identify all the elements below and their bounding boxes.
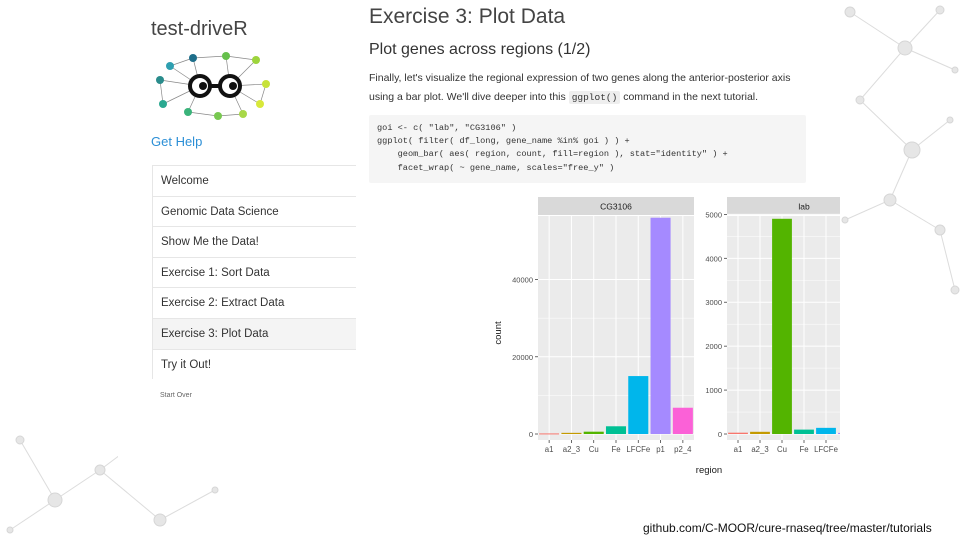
bar-CG3106-a2_3	[561, 432, 582, 434]
x-axis-label: region	[696, 465, 722, 476]
y-tick-label: 0	[718, 430, 722, 439]
start-over-link[interactable]: Start Over	[160, 392, 192, 399]
nav-item-welcome[interactable]: Welcome	[152, 165, 356, 196]
bar-lab-a2_3	[750, 431, 770, 434]
footer-github-link[interactable]: github.com/C-MOOR/cure-rnaseq/tree/maste…	[643, 521, 932, 535]
bar-lab-Fe	[794, 429, 814, 434]
nav-item-exercise-2[interactable]: Exercise 2: Extract Data	[152, 287, 356, 318]
section-subtitle: Plot genes across regions (1/2)	[369, 41, 591, 58]
x-tick-label: p1	[656, 445, 665, 454]
paragraph-text-end: command in the next tutorial.	[620, 91, 759, 103]
bar-CG3106-Cu	[583, 431, 604, 434]
bar-CG3106-p2_4	[672, 407, 693, 434]
app-title: test-driveR	[151, 18, 248, 40]
x-tick-label: LFCFe	[814, 445, 838, 454]
nav-item-exercise-3[interactable]: Exercise 3: Plot Data	[152, 317, 356, 349]
x-tick-label: Cu	[589, 445, 599, 454]
nav-item-genomic-data-science[interactable]: Genomic Data Science	[152, 195, 356, 227]
y-axis-label: count	[493, 321, 504, 345]
facet-title: CG3106	[600, 202, 632, 212]
get-help-link[interactable]: Get Help	[151, 134, 202, 149]
tutorial-screenshot: test-driveR Get Help Welcome Genomic Dat…	[118, 0, 840, 480]
x-tick-label: Cu	[777, 445, 787, 454]
bar-CG3106-p1	[650, 217, 671, 434]
bar-lab-a1	[728, 432, 748, 434]
y-tick-label: 3000	[705, 298, 722, 307]
faceted-bar-chart: CG310602000040000a1 a2_3 Cu Fe LFCFe p1 p2_4la…	[493, 197, 840, 476]
nav-item-try-it-out[interactable]: Try it Out!	[152, 348, 356, 380]
intro-paragraph: Finally, let's visualize the regional ex…	[369, 69, 814, 107]
x-tick-label: a1	[545, 445, 554, 454]
bar-lab-Cu	[772, 218, 792, 434]
y-tick-label: 2000	[705, 342, 722, 351]
app-logo	[156, 52, 270, 120]
x-tick-label: a2_3	[563, 445, 580, 454]
x-tick-label: a2_3	[751, 445, 768, 454]
y-tick-label: 4000	[705, 254, 722, 263]
x-tick-label: Fe	[799, 445, 808, 454]
inline-code-ggplot: ggplot()	[568, 91, 621, 104]
nav-item-exercise-1[interactable]: Exercise 1: Sort Data	[152, 256, 356, 288]
x-tick-label: a1	[734, 445, 743, 454]
nav-item-show-me-the-data[interactable]: Show Me the Data!	[152, 226, 356, 257]
x-tick-label: Fe	[611, 445, 620, 454]
bar-lab-LFCFe	[816, 427, 836, 434]
x-tick-label: p2_4	[674, 445, 692, 454]
y-tick-label: 40000	[512, 276, 533, 285]
bar-CG3106-a1	[539, 433, 560, 435]
y-tick-label: 0	[529, 430, 533, 439]
bar-CG3106-Fe	[605, 426, 627, 434]
sidebar-nav: Welcome Genomic Data Science Show Me the…	[152, 165, 356, 380]
y-tick-label: 1000	[705, 386, 722, 395]
y-tick-label: 5000	[705, 210, 722, 219]
x-tick-label: LFCFe	[626, 445, 650, 454]
y-tick-label: 20000	[512, 353, 533, 362]
page-title: Exercise 3: Plot Data	[369, 5, 566, 28]
bar-CG3106-LFCFe	[628, 376, 649, 434]
bar-lab-p1	[838, 432, 840, 434]
facet-title: lab	[798, 202, 810, 212]
code-block: goi <- c( "lab", "CG3106" ) ggplot( filt…	[369, 115, 806, 183]
facet-strip	[727, 197, 840, 215]
